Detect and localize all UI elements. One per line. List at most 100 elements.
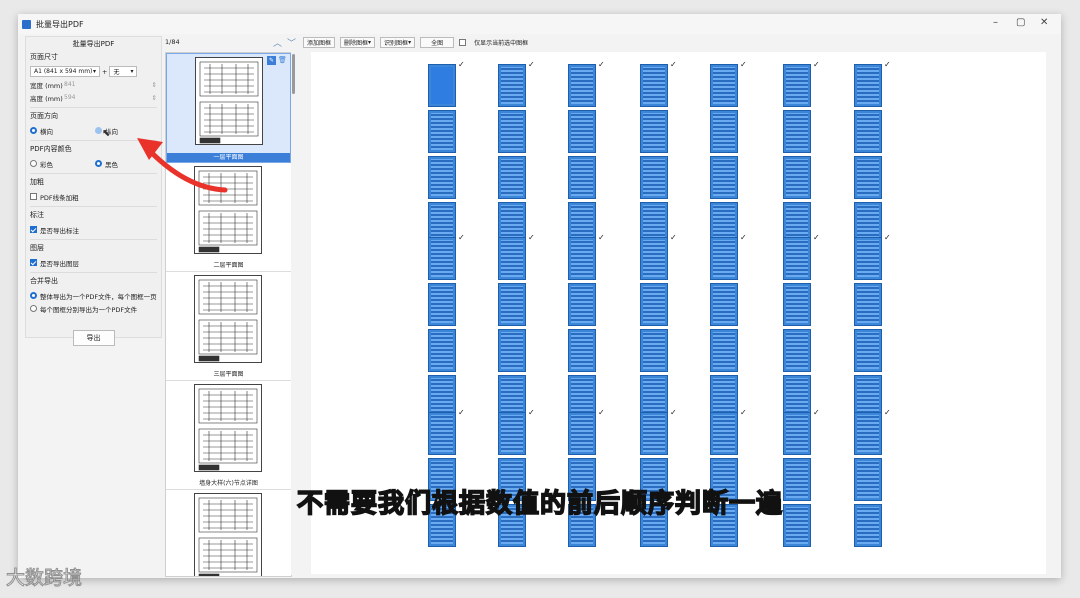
annotation-checkbox[interactable] — [30, 226, 37, 233]
drawing-frame[interactable] — [568, 156, 596, 199]
drawing-frame[interactable] — [640, 156, 668, 199]
page-size-title: 页面尺寸 — [30, 53, 58, 61]
drawing-frame[interactable] — [854, 156, 882, 199]
drawing-frame[interactable] — [854, 110, 882, 153]
spinner-icon[interactable]: ⇕ — [152, 81, 157, 89]
drawing-frame[interactable] — [640, 237, 668, 280]
extra-select[interactable]: 无 ▾ — [109, 66, 138, 77]
drawing-frame[interactable] — [783, 110, 811, 153]
thumbnail-item[interactable]: 墙身大样(六)节点详图 — [166, 381, 291, 490]
thumbnail-item[interactable]: 三层平面图 — [166, 272, 291, 381]
drawing-frame[interactable] — [428, 237, 456, 280]
drawing-frame[interactable] — [710, 283, 738, 326]
frame-content — [713, 113, 735, 150]
drawing-frame[interactable] — [568, 329, 596, 372]
check-icon: ✓ — [528, 233, 535, 242]
portrait-radio[interactable] — [95, 127, 102, 134]
drawing-frame[interactable] — [428, 329, 456, 372]
export-button[interactable]: 导出 — [72, 330, 115, 346]
bold-checkbox[interactable] — [30, 193, 37, 200]
drawing-frame[interactable] — [710, 237, 738, 280]
layer-checkbox[interactable] — [30, 259, 37, 266]
trash-icon[interactable]: 🗑 — [278, 56, 287, 65]
drawing-frame[interactable] — [428, 110, 456, 153]
drawing-frame[interactable] — [498, 156, 526, 199]
merge-separate-radio[interactable] — [30, 305, 37, 312]
drawing-frame[interactable] — [783, 329, 811, 372]
drawing-frame[interactable] — [428, 283, 456, 326]
drawing-frame[interactable] — [498, 237, 526, 280]
frame-content — [431, 286, 453, 323]
drawing-frame[interactable] — [783, 64, 811, 107]
frame-content — [857, 113, 879, 150]
frame-content — [857, 378, 879, 415]
chevron-down-icon: ▾ — [408, 38, 412, 46]
spinner-icon[interactable]: ⇕ — [152, 94, 157, 102]
scrollbar-thumb[interactable] — [292, 54, 295, 94]
drawing-frame[interactable] — [640, 283, 668, 326]
drawing-frame[interactable] — [854, 329, 882, 372]
layer-title: 图层 — [30, 244, 44, 252]
add-frame-button[interactable]: 添加图框 — [303, 36, 336, 48]
chevron-down-icon[interactable]: ﹀ — [287, 36, 296, 49]
drawing-frame[interactable] — [783, 156, 811, 199]
check-icon: ✓ — [670, 60, 677, 69]
drawing-frame[interactable] — [710, 412, 738, 455]
recognize-frame-button[interactable]: 识别图框 ▾ — [380, 36, 416, 48]
drawing-frame[interactable] — [498, 329, 526, 372]
drawing-frame[interactable] — [640, 110, 668, 153]
drawing-frame[interactable] — [640, 412, 668, 455]
drawing-frame[interactable] — [568, 412, 596, 455]
landscape-radio[interactable] — [30, 127, 37, 134]
drawing-frame[interactable] — [854, 283, 882, 326]
drawing-frame[interactable] — [783, 412, 811, 455]
height-field[interactable]: 594 — [64, 94, 152, 101]
color-radio[interactable] — [30, 160, 37, 167]
frame-content — [571, 67, 593, 104]
drawing-frame[interactable] — [854, 237, 882, 280]
check-icon: ✓ — [884, 60, 891, 69]
merge-title: 合并导出 — [30, 277, 58, 285]
close-button[interactable]: ✕ — [1040, 17, 1048, 28]
drawing-frame[interactable] — [640, 64, 668, 107]
drawing-frame[interactable] — [710, 329, 738, 372]
drawing-frame[interactable] — [640, 329, 668, 372]
drawing-frame[interactable] — [428, 156, 456, 199]
check-icon: ✓ — [670, 408, 677, 417]
merge-one-radio[interactable] — [30, 292, 37, 299]
drawing-frame[interactable] — [568, 64, 596, 107]
restore-button[interactable]: ▢ — [1016, 17, 1025, 28]
frame-content — [857, 159, 879, 196]
layer-label: 是否导出图层 — [40, 259, 79, 268]
chevron-up-icon[interactable]: ︿ — [273, 36, 282, 49]
black-label: 黑色 — [105, 160, 118, 169]
drawing-frame[interactable] — [428, 412, 456, 455]
drawing-frame[interactable] — [498, 283, 526, 326]
drawing-frame[interactable] — [783, 283, 811, 326]
drawing-frame[interactable] — [854, 64, 882, 107]
only-selected-checkbox[interactable] — [459, 38, 467, 46]
annotation-title: 标注 — [30, 211, 44, 219]
drawing-frame[interactable] — [710, 156, 738, 199]
fit-all-button[interactable]: 全图 — [420, 36, 455, 48]
drawing-frame[interactable] — [498, 64, 526, 107]
width-field[interactable]: 841 — [64, 81, 152, 88]
check-icon: ✓ — [884, 233, 891, 242]
minimize-button[interactable]: – — [993, 17, 998, 28]
page-size-select[interactable]: A1 (841 x 594 mm) ▾ — [30, 66, 100, 77]
frame-content — [501, 332, 523, 369]
drawing-frame[interactable] — [710, 64, 738, 107]
drawing-frame[interactable] — [428, 64, 456, 107]
drawing-frame[interactable] — [568, 110, 596, 153]
drawing-frame[interactable] — [498, 110, 526, 153]
drawing-frame[interactable] — [710, 110, 738, 153]
drawing-frame[interactable] — [854, 412, 882, 455]
drawing-frame[interactable] — [568, 283, 596, 326]
frame-content — [857, 415, 879, 452]
edit-icon[interactable]: ✎ — [267, 56, 276, 65]
black-radio[interactable] — [95, 160, 102, 167]
delete-frame-button[interactable]: 删除图框 ▾ — [340, 36, 376, 48]
drawing-frame[interactable] — [783, 237, 811, 280]
drawing-frame[interactable] — [568, 237, 596, 280]
drawing-frame[interactable] — [498, 412, 526, 455]
